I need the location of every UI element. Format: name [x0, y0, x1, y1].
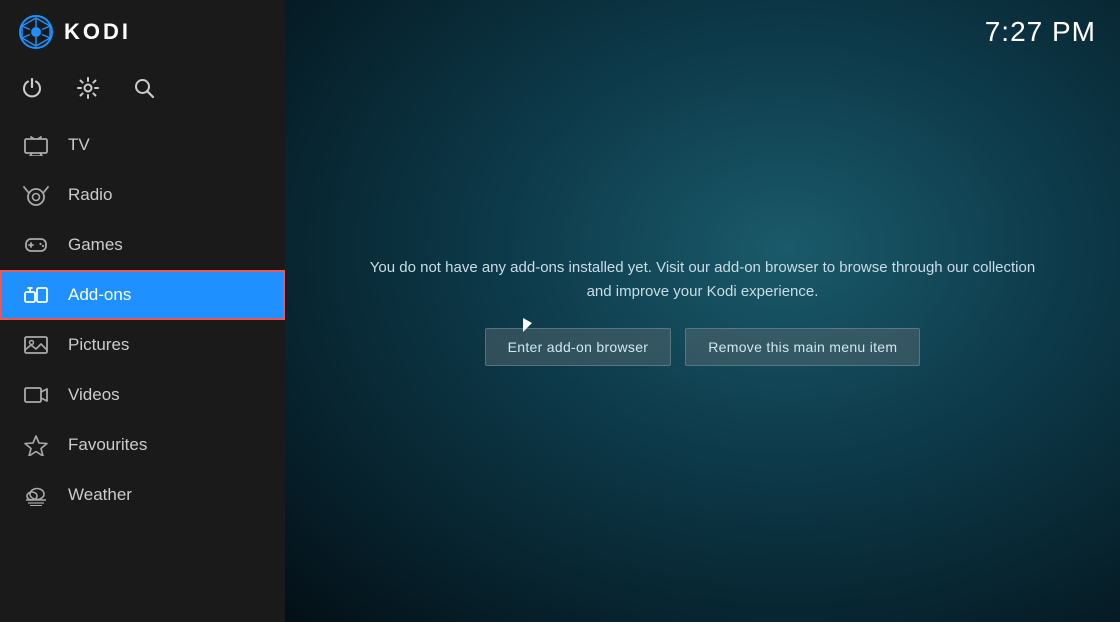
- power-button[interactable]: [18, 74, 46, 102]
- sidebar-item-pictures[interactable]: Pictures: [0, 320, 285, 370]
- search-button[interactable]: [130, 74, 158, 102]
- weather-icon: [22, 484, 50, 506]
- games-icon: [22, 234, 50, 256]
- videos-icon: [22, 384, 50, 406]
- weather-label: Weather: [68, 485, 132, 505]
- clock-display: 7:27 PM: [985, 16, 1096, 48]
- main-content: 7:27 PM You do not have any add-ons inst…: [285, 0, 1120, 622]
- sidebar-item-weather[interactable]: Weather: [0, 470, 285, 520]
- favourites-icon: [22, 434, 50, 456]
- app-header: KODI: [0, 0, 285, 64]
- pictures-label: Pictures: [68, 335, 129, 355]
- mouse-cursor: [523, 318, 532, 332]
- sidebar-item-tv[interactable]: TV: [0, 120, 285, 170]
- sidebar-item-addons[interactable]: Add-ons: [0, 270, 285, 320]
- videos-label: Videos: [68, 385, 120, 405]
- info-message: You do not have any add-ons installed ye…: [363, 256, 1043, 304]
- sidebar-item-games[interactable]: Games: [0, 220, 285, 270]
- settings-icon: [77, 77, 99, 99]
- tv-icon: [22, 134, 50, 156]
- settings-button[interactable]: [74, 74, 102, 102]
- app-title: KODI: [64, 19, 131, 45]
- sidebar-item-radio[interactable]: Radio: [0, 170, 285, 220]
- action-buttons-group: Enter add-on browser Remove this main me…: [485, 328, 921, 366]
- games-label: Games: [68, 235, 123, 255]
- content-center: You do not have any add-ons installed ye…: [343, 256, 1063, 366]
- sidebar: KODI: [0, 0, 285, 622]
- tv-label: TV: [68, 135, 90, 155]
- addons-icon: [22, 284, 50, 306]
- search-icon: [133, 77, 155, 99]
- radio-label: Radio: [68, 185, 112, 205]
- pictures-icon: [22, 334, 50, 356]
- sidebar-item-videos[interactable]: Videos: [0, 370, 285, 420]
- top-icon-bar: [0, 64, 285, 120]
- addons-label: Add-ons: [68, 285, 131, 305]
- power-icon: [21, 77, 43, 99]
- favourites-label: Favourites: [68, 435, 147, 455]
- kodi-logo-icon: [18, 14, 54, 50]
- radio-icon: [22, 184, 50, 206]
- sidebar-item-favourites[interactable]: Favourites: [0, 420, 285, 470]
- sidebar-menu: TV Radio: [0, 120, 285, 622]
- remove-menu-item-button[interactable]: Remove this main menu item: [685, 328, 920, 366]
- enter-addon-browser-button[interactable]: Enter add-on browser: [485, 328, 672, 366]
